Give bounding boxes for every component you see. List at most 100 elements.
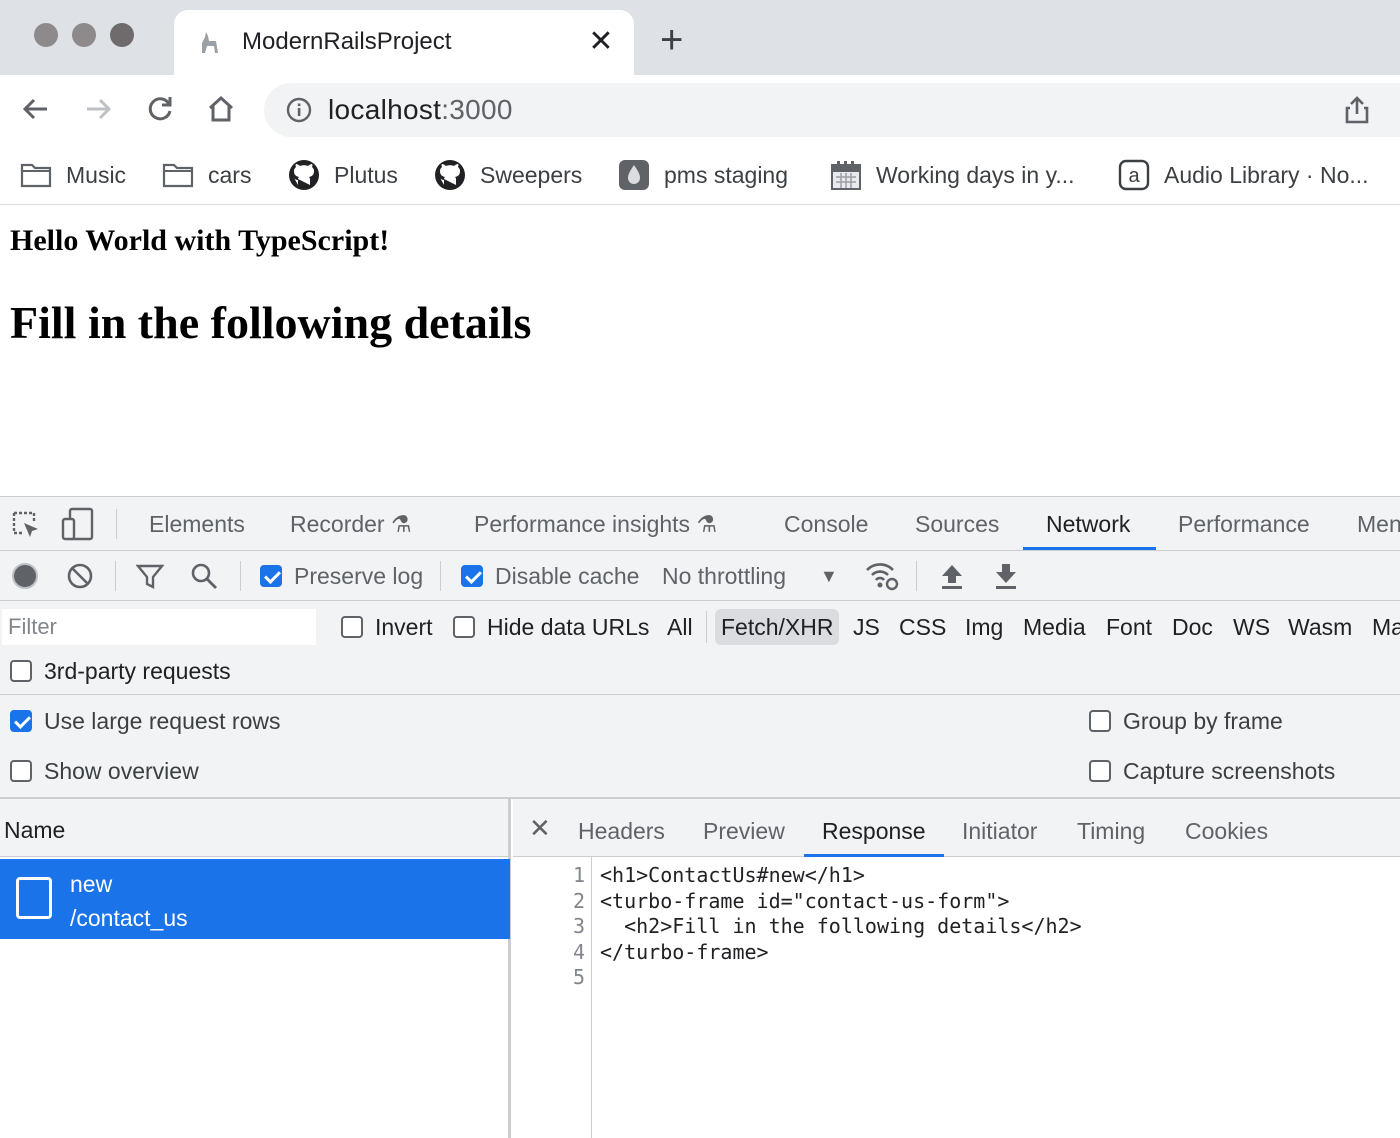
reload-icon (148, 97, 172, 121)
checkbox[interactable] (453, 616, 475, 638)
site-info-icon[interactable] (286, 97, 312, 123)
bookmark-sweepers[interactable]: Sweepers (434, 157, 582, 193)
minimize-window-button[interactable] (72, 23, 96, 47)
url-text[interactable]: localhost:3000 (328, 94, 513, 126)
close-detail-icon[interactable]: ✕ (529, 813, 551, 844)
checkbox[interactable] (10, 660, 32, 682)
new-tab-button[interactable]: + (660, 20, 683, 60)
type-filter-media[interactable]: Media (1017, 609, 1092, 645)
checkbox[interactable] (341, 616, 363, 638)
separator (240, 561, 241, 591)
export-har-icon[interactable] (992, 561, 1020, 591)
svg-text:a: a (1128, 165, 1140, 187)
tab-response[interactable]: Response (822, 818, 926, 845)
search-icon[interactable] (190, 562, 218, 590)
page-content: Hello World with TypeScript! Fill in the… (0, 206, 1400, 496)
tab-preview[interactable]: Preview (703, 818, 785, 845)
type-filter-ws[interactable]: WS (1227, 609, 1276, 645)
active-detail-tab-indicator (804, 854, 944, 857)
code-line: 1 <h1>ContactUs#new</h1> (572, 863, 865, 887)
group-by-frame-checkbox[interactable]: Group by frame (1089, 705, 1283, 737)
bookmark-cars[interactable]: cars (162, 157, 251, 193)
tab-memory[interactable]: Men (1357, 511, 1400, 538)
clear-icon[interactable] (66, 562, 94, 590)
bookmark-pms-staging[interactable]: pms staging (618, 157, 788, 193)
close-window-button[interactable] (34, 23, 58, 47)
back-arrow-icon (22, 98, 47, 120)
bookmark-working-days[interactable]: Working days in y... (830, 157, 1075, 193)
throttling-select[interactable]: No throttling ▼ (662, 561, 838, 591)
checkbox-checked[interactable] (461, 565, 483, 587)
type-filter-css[interactable]: CSS (893, 609, 952, 645)
inspect-element-icon[interactable] (10, 509, 42, 541)
bookmark-audio-library[interactable]: a Audio Library · No... (1118, 157, 1369, 193)
tab-initiator[interactable]: Initiator (962, 818, 1037, 845)
hide-data-urls-checkbox[interactable]: Hide data URLs (453, 611, 649, 643)
bookmark-music[interactable]: Music (20, 157, 126, 193)
code-line: 4 </turbo-frame> (572, 939, 769, 964)
tab-performance-insights[interactable]: Performance insights ⚗ (474, 511, 717, 538)
network-conditions-icon[interactable] (864, 560, 900, 592)
checkbox[interactable] (1089, 760, 1111, 782)
invert-checkbox[interactable]: Invert (341, 611, 433, 643)
type-filter-font[interactable]: Font (1100, 609, 1158, 645)
tab-network[interactable]: Network (1046, 511, 1130, 538)
response-code[interactable]: 1 <h1>ContactUs#new</h1> 2 <turbo-frame id… (513, 863, 1400, 991)
large-rows-checkbox[interactable]: Use large request rows (10, 705, 281, 737)
reload-button[interactable] (140, 89, 180, 129)
code-line: 5 (572, 965, 585, 989)
preserve-log-checkbox[interactable]: Preserve log (260, 561, 423, 591)
checkbox[interactable] (10, 760, 32, 782)
type-filter-doc[interactable]: Doc (1166, 609, 1219, 645)
record-icon[interactable] (10, 561, 40, 591)
column-name-header[interactable]: Name (4, 817, 65, 844)
tab-recorder[interactable]: Recorder ⚗ (290, 511, 412, 538)
capture-screenshots-checkbox[interactable]: Capture screenshots (1089, 755, 1335, 787)
filter-input[interactable]: Filter (2, 609, 316, 645)
bookmark-plutus[interactable]: Plutus (288, 157, 398, 193)
disable-cache-checkbox[interactable]: Disable cache (461, 561, 639, 591)
checkbox[interactable] (1089, 710, 1111, 732)
browser-toolbar: localhost:3000 (0, 75, 1400, 145)
type-filter-fetch-xhr[interactable]: Fetch/XHR (715, 609, 840, 645)
zoom-window-button[interactable] (110, 23, 134, 47)
tab-timing[interactable]: Timing (1077, 818, 1145, 845)
type-filter-img[interactable]: Img (959, 609, 1009, 645)
tab-console[interactable]: Console (784, 511, 868, 538)
show-overview-checkbox[interactable]: Show overview (10, 755, 199, 787)
document-icon (16, 877, 52, 919)
address-bar[interactable]: localhost:3000 (264, 83, 1400, 137)
separator (440, 561, 441, 591)
filter-bar: Filter Invert Hide data URLs All Fetch/X… (0, 601, 1400, 651)
folder-icon (162, 159, 194, 191)
separator (115, 561, 116, 591)
separator (916, 561, 917, 591)
tab-elements[interactable]: Elements (149, 511, 245, 538)
checkbox-checked[interactable] (260, 565, 282, 587)
third-party-checkbox[interactable]: 3rd-party requests (10, 655, 231, 687)
tab-cookies[interactable]: Cookies (1185, 818, 1268, 845)
forward-button[interactable] (78, 89, 118, 129)
back-button[interactable] (16, 89, 56, 129)
share-icon[interactable] (1342, 95, 1372, 125)
type-filter-js[interactable]: JS (847, 609, 886, 645)
tab-performance[interactable]: Performance (1178, 511, 1310, 538)
home-button[interactable] (201, 89, 241, 129)
type-filter-manifest[interactable]: Ma (1366, 609, 1400, 645)
dropdown-arrow-icon: ▼ (820, 565, 838, 586)
request-row[interactable]: new /contact_us (0, 859, 510, 939)
browser-tab[interactable]: ModernRailsProject ✕ (174, 10, 634, 75)
import-har-icon[interactable] (938, 561, 966, 591)
tab-strip: ModernRailsProject ✕ + (0, 0, 1400, 75)
device-toolbar-icon[interactable] (60, 507, 94, 541)
close-tab-icon[interactable]: ✕ (586, 24, 616, 59)
type-filter-wasm[interactable]: Wasm (1282, 609, 1358, 645)
detail-tab-bar: ✕ Headers Preview Response Initiator Tim… (513, 799, 1400, 857)
checkbox-checked[interactable] (10, 710, 32, 732)
tab-headers[interactable]: Headers (578, 818, 665, 845)
tab-sources[interactable]: Sources (915, 511, 999, 538)
requests-header: Name (0, 799, 508, 857)
filter-icon[interactable] (136, 562, 164, 590)
a-icon: a (1118, 159, 1150, 191)
type-filter-all[interactable]: All (661, 609, 699, 645)
